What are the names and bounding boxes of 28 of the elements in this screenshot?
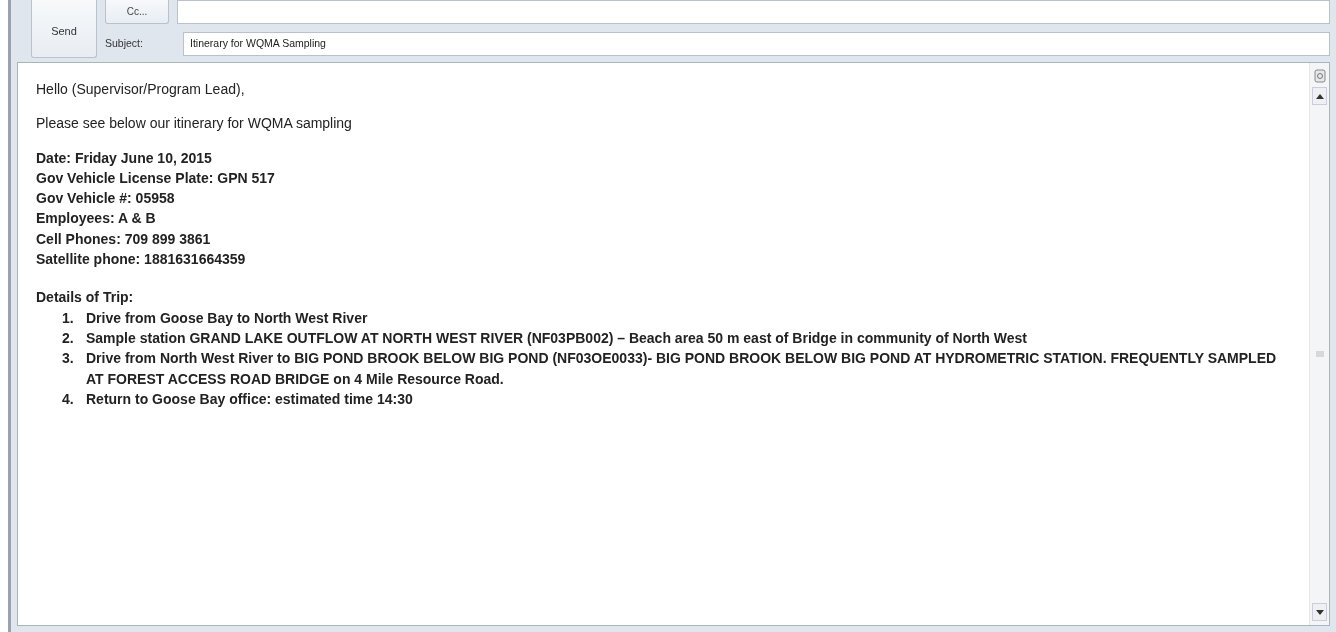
cc-button[interactable]: Cc... (105, 0, 169, 24)
step-number: 1. (62, 308, 75, 328)
to-field[interactable] (177, 0, 1330, 24)
detail-line: Employees: A & B (36, 209, 157, 229)
intro-text: Please see below our itinerary for WQMA sampling (36, 114, 353, 134)
step-text: Return to Goose Bay office: estimated time 14:30 (86, 389, 413, 409)
greeting-text: Hello (Supervisor/Program Lead), (36, 80, 246, 99)
step-number: 2. (62, 328, 75, 348)
detail-line: Satellite phone: 1881631664359 (36, 250, 247, 270)
step-text: Drive from North West River to BIG POND BROOK BELOW BIG POND (NF03OE0033)- BIG POND BROOK BELOW BIG POND AT HYDROMETRIC STATION. FREQUENTLY SAMPLED AT FOREST ACCESS ROAD BRIDGE on 4 Mile Resource Road. (86, 349, 1278, 389)
detail-line: Date: Friday June 10, 2015 (36, 148, 213, 168)
section-heading: Details of Trip: (36, 288, 135, 308)
scroll-up-button[interactable] (1312, 87, 1327, 105)
step-text: Sample station GRAND LAKE OUTFLOW AT NORTH WEST RIVER (NF03PB002) – Beach area 50 m east of Bridge in community of North West (86, 328, 1027, 348)
detail-line: Gov Vehicle #: 05958 (36, 189, 176, 209)
up-arrow-icon (1315, 93, 1324, 99)
ruler-icon[interactable] (1313, 69, 1326, 83)
step-number: 3. (62, 349, 75, 369)
step-number: 4. (62, 389, 75, 409)
subject-label: Subject: (105, 36, 144, 52)
scroll-down-button[interactable] (1312, 603, 1327, 621)
down-arrow-icon (1315, 609, 1324, 615)
detail-line: Gov Vehicle License Plate: GPN 517 (36, 168, 276, 188)
step-text: Drive from Goose Bay to North West River (86, 308, 368, 328)
grip-icon (1315, 351, 1324, 357)
send-button[interactable]: Send (31, 0, 97, 58)
subject-field[interactable]: Itinerary for WQMA Sampling (183, 32, 1330, 56)
detail-line: Cell Phones: 709 899 3861 (36, 229, 212, 249)
